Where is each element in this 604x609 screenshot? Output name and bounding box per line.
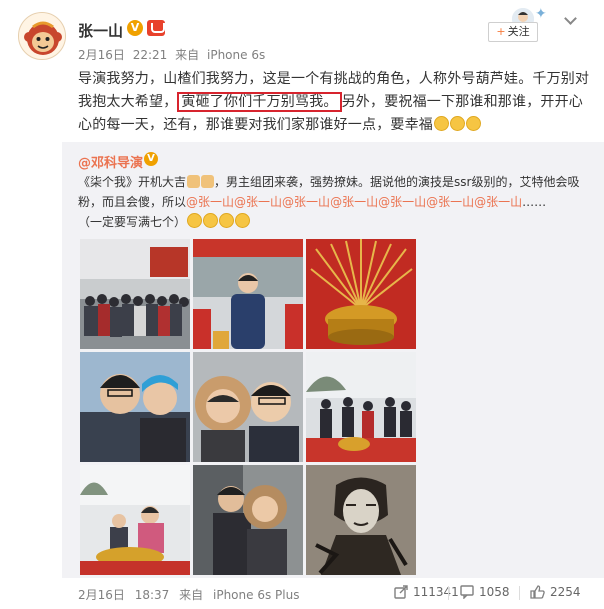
repost-time[interactable]: 18:37: [135, 588, 170, 602]
repost-date[interactable]: 2月16日: [78, 588, 125, 602]
author-name[interactable]: 张一山: [78, 20, 123, 41]
ceremony-host-image: [193, 239, 303, 349]
photo-group[interactable]: [80, 239, 190, 349]
repost-author[interactable]: @邓科导演: [78, 152, 143, 171]
sketch-portrait-image: [306, 465, 416, 575]
crying-emoji-icon: [235, 213, 251, 228]
incense-offering-image: [80, 465, 190, 575]
sweat-smile-emoji-icon: [466, 116, 481, 131]
photo-golden-incense[interactable]: [306, 239, 416, 349]
repost-meta: 2月16日 18:37 来自 iPhone 6s Plus: [78, 586, 305, 603]
divider: [448, 586, 449, 600]
mention-link[interactable]: @张一山: [234, 195, 282, 209]
divider: [519, 586, 520, 600]
sparkle-icon: ✦: [535, 6, 547, 22]
weibo-post-card: 张一山 V 2月16日 22:21 来自 iPhone 6s ✦ + 关注 导演我…: [0, 0, 604, 609]
mention-link[interactable]: @张一山: [330, 195, 378, 209]
post-date[interactable]: 2月16日: [78, 48, 125, 62]
repost-count-button[interactable]: 111341: [394, 584, 459, 600]
comment-count-button[interactable]: 1058: [460, 584, 510, 600]
post-text: 导演我努力，山楂们我努力，这是一个有挑战的角色，人称外号葫芦娃。千万别对我抱太大…: [78, 68, 590, 137]
golden-incense-image: [306, 239, 416, 349]
repost-source-prefix: 来自: [179, 588, 204, 602]
photo-sketch-portrait[interactable]: [306, 465, 416, 575]
photo-ceremony-host[interactable]: [193, 239, 303, 349]
photo-incense-offering[interactable]: [80, 465, 190, 575]
selfie-hooded-image: [193, 352, 303, 462]
follow-label: 关注: [507, 25, 530, 38]
mention-link[interactable]: @张一山: [474, 195, 522, 209]
comment-icon: [460, 585, 474, 603]
victory-hand-emoji-icon: [201, 175, 215, 188]
photo-ceremony-crowd[interactable]: [306, 352, 416, 462]
repost-count: 111341: [413, 585, 459, 599]
share-icon: [394, 585, 408, 603]
sweat-smile-emoji-icon: [450, 116, 465, 131]
photo-selfie-hooded[interactable]: [193, 352, 303, 462]
mention-link[interactable]: @张一山: [186, 195, 234, 209]
post-source[interactable]: iPhone 6s: [207, 48, 265, 62]
post-meta: 2月16日 22:21 来自 iPhone 6s: [78, 46, 269, 63]
repost-text: 《柒个我》开机大吉 ，男主组团来袭，强势撩妹。据说他的演技是ssr级别的，艾特他会…: [78, 172, 588, 232]
chevron-down-icon[interactable]: [564, 12, 577, 25]
source-prefix: 来自: [175, 48, 200, 62]
plus-icon: +: [496, 25, 506, 38]
monkey-avatar-icon: [19, 13, 65, 59]
like-count-button[interactable]: 2254: [530, 584, 581, 600]
repost-text-part3: （一定要写满七个）: [78, 215, 187, 229]
mention-link[interactable]: @张一山: [378, 195, 426, 209]
victory-hand-emoji-icon: [187, 175, 201, 188]
repost-verified-icon: V: [144, 152, 158, 166]
repost-source[interactable]: iPhone 6s Plus: [213, 588, 299, 602]
laughing-emoji-icon: [187, 213, 203, 228]
ceremony-crowd-image: [306, 352, 416, 462]
photo-hooded-couple[interactable]: [193, 465, 303, 575]
laughing-emoji-icon: [203, 213, 219, 228]
sweat-smile-emoji-icon: [434, 116, 449, 131]
hooded-couple-image: [193, 465, 303, 575]
photo-selfie-two[interactable]: [80, 352, 190, 462]
like-count: 2254: [550, 585, 581, 599]
mention-link[interactable]: @张一山: [282, 195, 330, 209]
post-time[interactable]: 22:21: [133, 48, 168, 62]
repost-text-part1: 《柒个我》开机大吉: [78, 175, 187, 189]
mention-link[interactable]: @张一山: [426, 195, 474, 209]
comment-count: 1058: [479, 585, 510, 599]
verified-icon: V: [127, 20, 143, 36]
ellipsis: ……: [522, 195, 547, 209]
selfie-two-men-image: [80, 352, 190, 462]
group-photo-image: [80, 239, 190, 349]
vip-member-icon[interactable]: [147, 20, 165, 36]
crying-emoji-icon: [219, 213, 235, 228]
author-avatar[interactable]: [18, 12, 66, 60]
follow-button[interactable]: + 关注: [488, 22, 538, 42]
thumbs-up-icon: [530, 585, 545, 603]
highlighted-text: 寅砸了你们千万别骂我。: [177, 92, 342, 112]
